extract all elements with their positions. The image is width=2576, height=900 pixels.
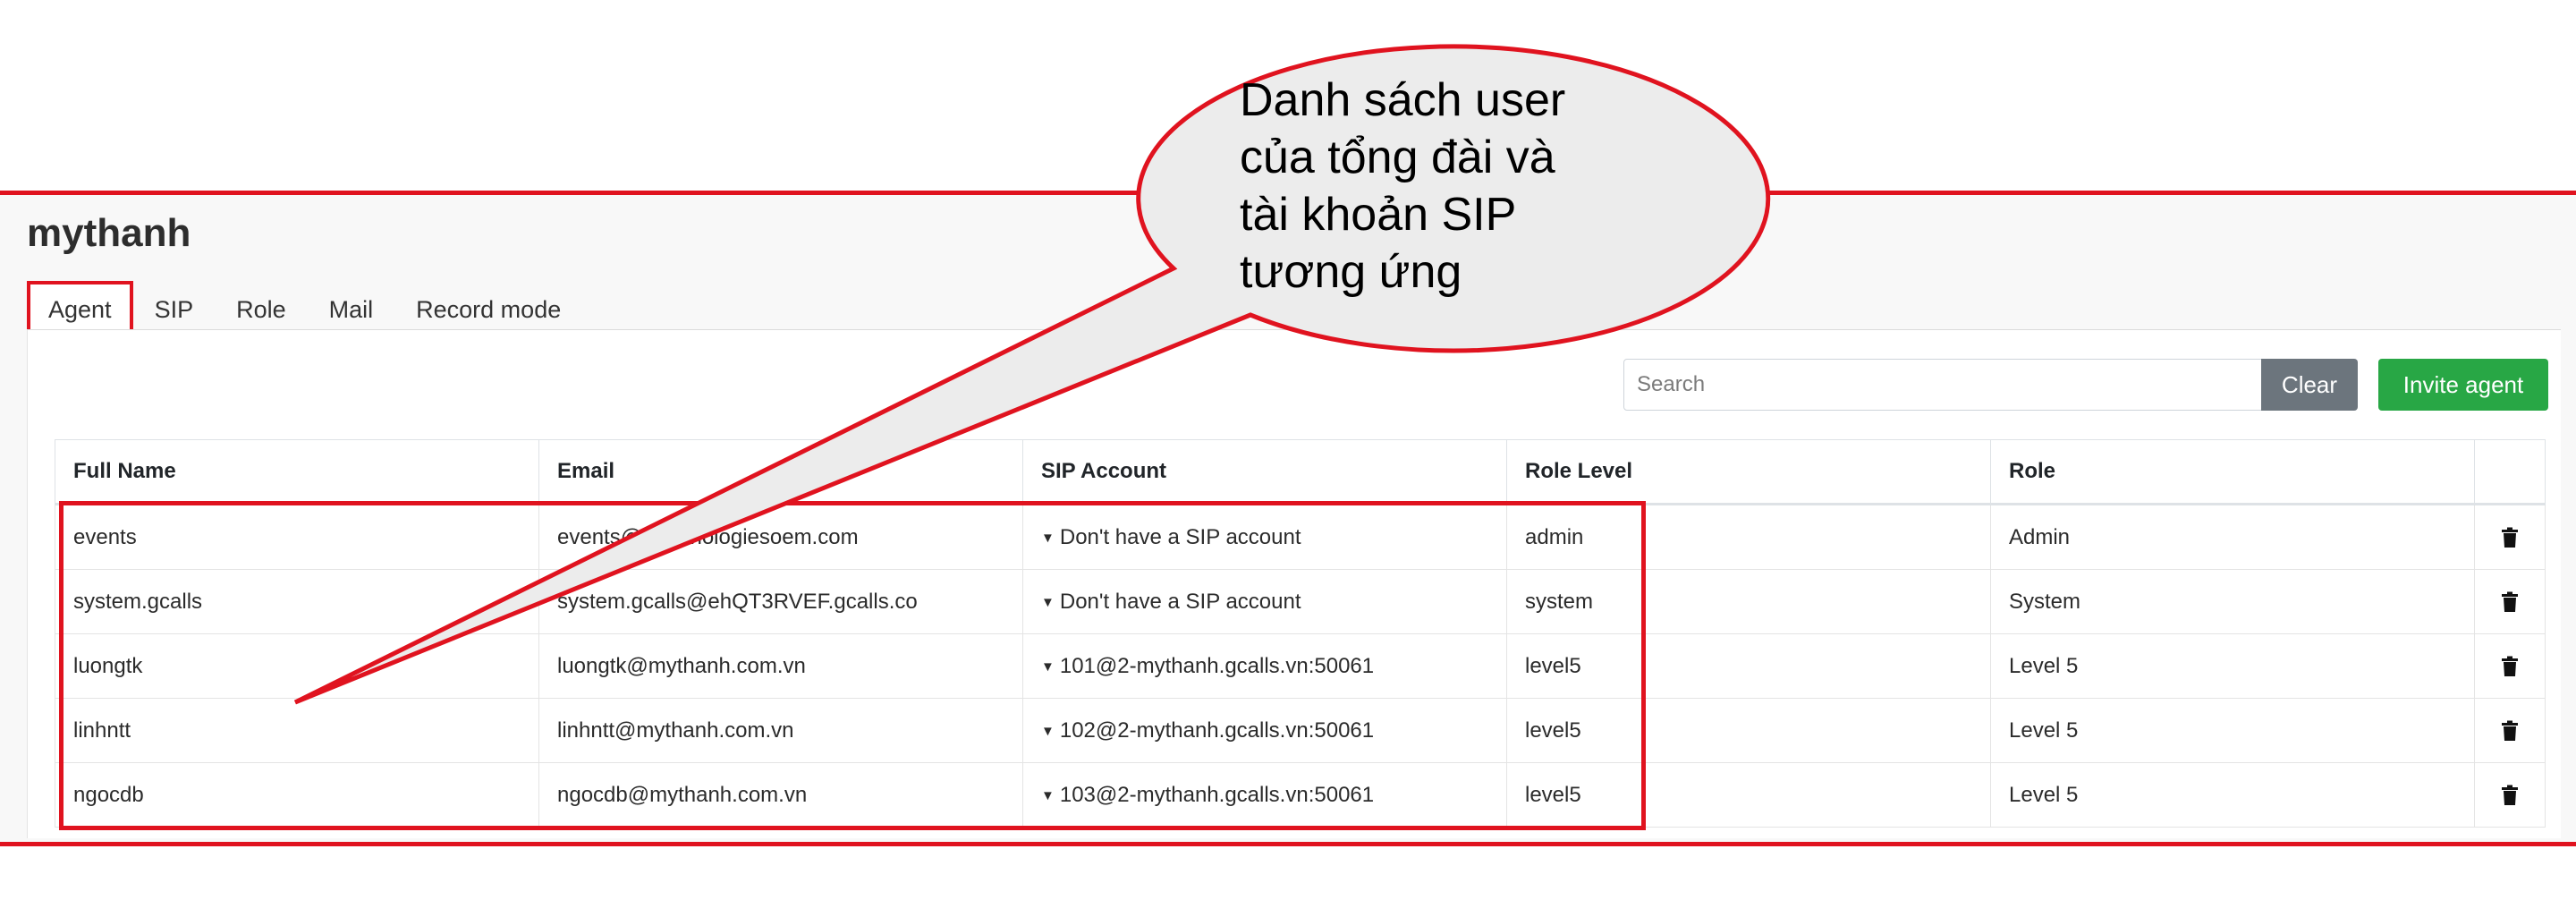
column-header-full-name[interactable]: Full Name [55,439,539,505]
callout-text: Danh sách user của tổng đài và tài khoản… [1240,72,1705,301]
sip-account-label: 102@2-mythanh.gcalls.vn:50061 [1059,717,1375,743]
trash-icon[interactable] [2501,525,2519,549]
caret-down-icon[interactable]: ▼ [1041,659,1055,675]
cell-sip-account[interactable]: ▼ Don't have a SIP account [1022,569,1507,634]
cell-actions [2474,698,2546,763]
column-header-role[interactable]: Role [1990,439,2475,505]
cell-actions [2474,633,2546,699]
column-header-actions [2474,439,2546,505]
cell-email: linhntt@mythanh.com.vn [538,698,1023,763]
table-row: ngocdb ngocdb@mythanh.com.vn ▼ 103@2-myth… [55,762,2546,828]
table-header-row: Full Name Email SIP Account Role Level R… [55,439,2546,505]
cell-role-level: level5 [1506,762,1991,828]
cell-actions [2474,504,2546,570]
cell-sip-account[interactable]: ▼ 101@2-mythanh.gcalls.vn:50061 [1022,633,1507,699]
cell-role: System [1990,569,2475,634]
cell-role: Admin [1990,504,2475,570]
cell-email: events@eonnhologiesoem.com [538,504,1023,570]
trash-icon[interactable] [2501,590,2519,614]
caret-down-icon[interactable]: ▼ [1041,595,1055,610]
cell-role: Level 5 [1990,762,2475,828]
cell-role-level: system [1506,569,1991,634]
column-header-sip-account[interactable]: SIP Account [1022,439,1507,505]
callout-line: tài khoản SIP [1240,189,1517,241]
agent-table: Full Name Email SIP Account Role Level R… [55,439,2546,828]
sip-account-label: 103@2-mythanh.gcalls.vn:50061 [1059,782,1375,807]
column-header-role-level[interactable]: Role Level [1506,439,1991,505]
cell-email: system.gcalls@ehQT3RVEF.gcalls.co [538,569,1023,634]
page-title: mythanh [27,211,191,255]
callout-line: tương ứng [1240,246,1462,298]
cell-full-name: system.gcalls [55,569,539,634]
cell-role: Level 5 [1990,633,2475,699]
cell-role-level: level5 [1506,698,1991,763]
sip-account-label: Don't have a SIP account [1059,589,1301,614]
cell-role-level: admin [1506,504,1991,570]
table-row: luongtk luongtk@mythanh.com.vn ▼ 101@2-my… [55,633,2546,699]
cell-role-level: level5 [1506,633,1991,699]
invite-agent-button[interactable]: Invite agent [2378,359,2548,411]
caret-down-icon[interactable]: ▼ [1041,788,1055,803]
column-header-email[interactable]: Email [538,439,1023,505]
trash-icon[interactable] [2501,654,2519,678]
table-row: events events@eonnhologiesoem.com ▼ Don't… [55,504,2546,570]
cell-actions [2474,569,2546,634]
trash-icon[interactable] [2501,718,2519,743]
cell-full-name: linhntt [55,698,539,763]
cell-sip-account[interactable]: ▼ Don't have a SIP account [1022,504,1507,570]
caret-down-icon[interactable]: ▼ [1041,531,1055,546]
cell-sip-account[interactable]: ▼ 103@2-mythanh.gcalls.vn:50061 [1022,762,1507,828]
cell-role: Level 5 [1990,698,2475,763]
search-input[interactable] [1623,359,2262,411]
callout-line: của tổng đài và [1240,132,1555,183]
sip-account-label: 101@2-mythanh.gcalls.vn:50061 [1059,653,1375,678]
agent-panel: Clear Invite agent Full Name Email SIP A… [27,329,2561,838]
cell-email: luongtk@mythanh.com.vn [538,633,1023,699]
trash-icon[interactable] [2501,783,2519,807]
cell-actions [2474,762,2546,828]
cell-full-name: ngocdb [55,762,539,828]
clear-button[interactable]: Clear [2261,359,2358,411]
callout-line: Danh sách user [1240,74,1566,126]
sip-account-label: Don't have a SIP account [1059,524,1301,549]
caret-down-icon[interactable]: ▼ [1041,724,1055,739]
cell-sip-account[interactable]: ▼ 102@2-mythanh.gcalls.vn:50061 [1022,698,1507,763]
table-row: system.gcalls system.gcalls@ehQT3RVEF.gc… [55,569,2546,634]
cell-full-name: luongtk [55,633,539,699]
cell-full-name: events [55,504,539,570]
table-row: linhntt linhntt@mythanh.com.vn ▼ 102@2-my… [55,698,2546,763]
cell-email: ngocdb@mythanh.com.vn [538,762,1023,828]
